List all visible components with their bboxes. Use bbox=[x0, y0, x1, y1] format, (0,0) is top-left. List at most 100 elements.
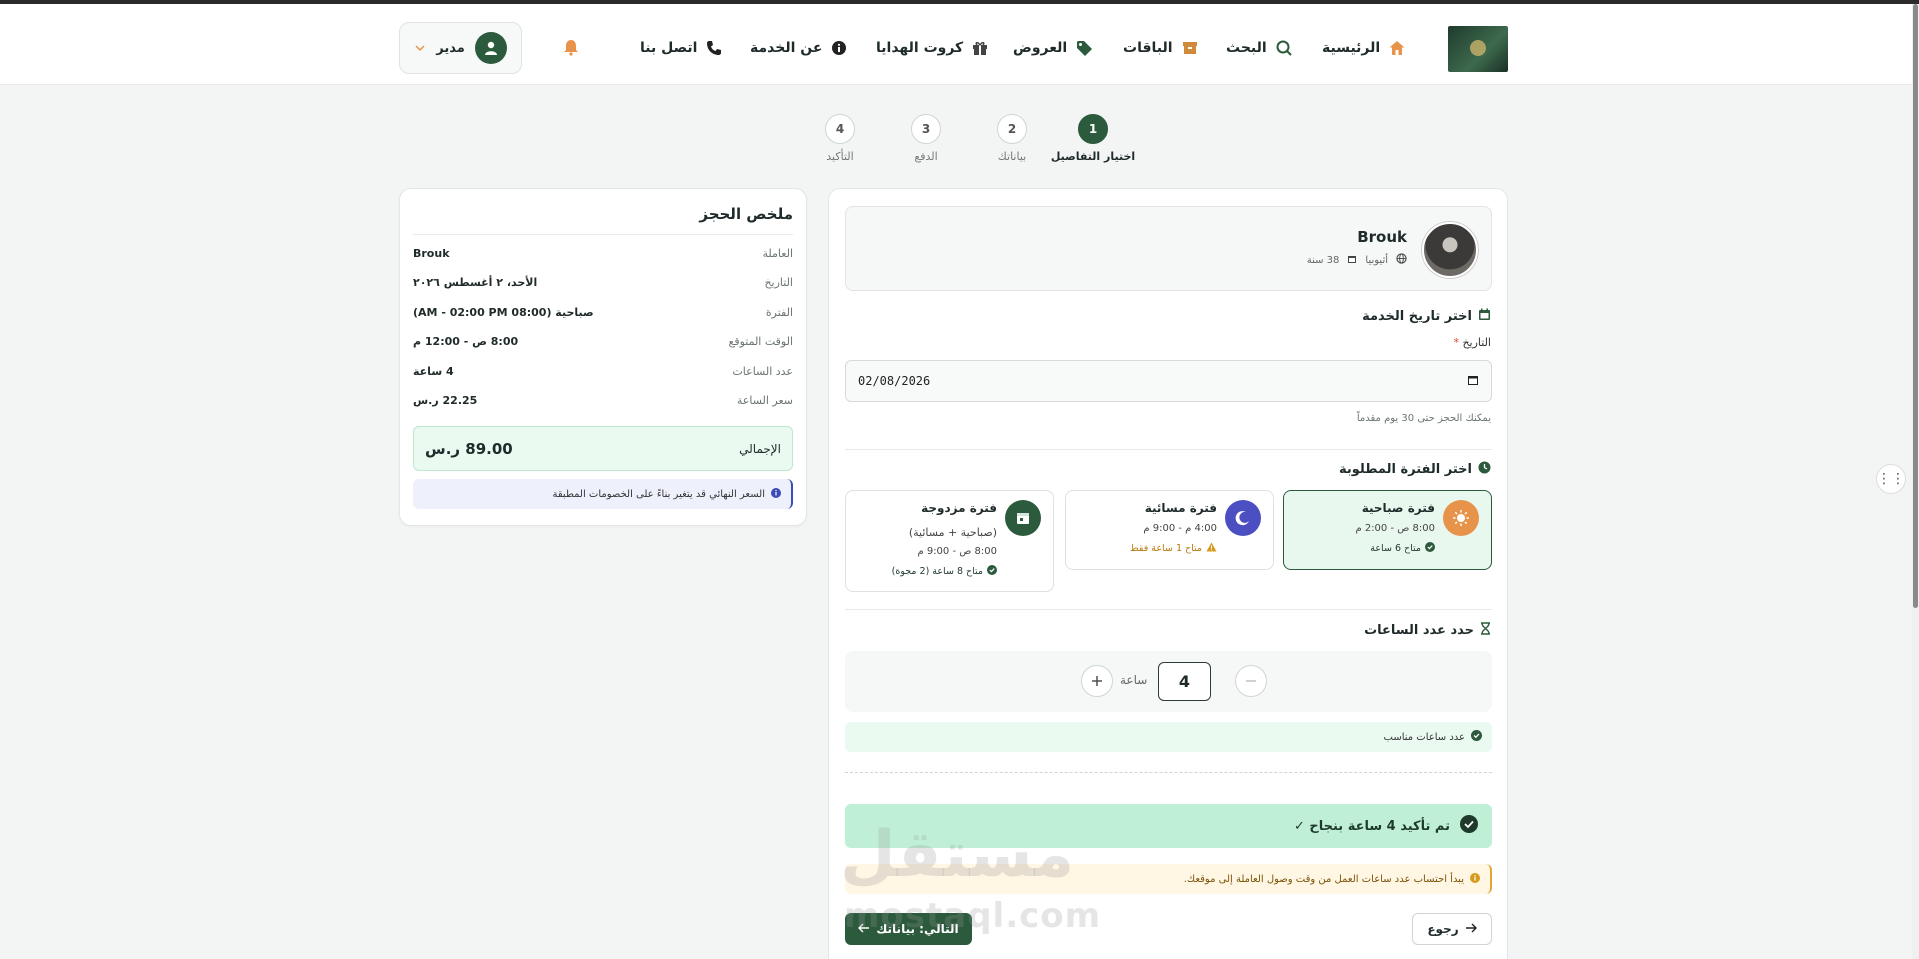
hours-section-title: حدد عدد الساعات bbox=[1364, 622, 1491, 639]
hours-unit: ساعة bbox=[1120, 673, 1148, 687]
step-payment: 3 الدفع bbox=[886, 114, 966, 163]
period-time: 8:00 ص - 9:00 م bbox=[917, 546, 997, 557]
nav-item-packages[interactable]: الباقات bbox=[1123, 36, 1199, 60]
period-subtitle: (صباحية + مسائية) bbox=[908, 526, 997, 539]
step-number: 1 bbox=[1078, 114, 1108, 144]
info-icon bbox=[830, 39, 848, 57]
check-circle-icon bbox=[987, 565, 997, 578]
increase-hours-button[interactable] bbox=[1081, 665, 1113, 697]
clock-icon bbox=[1478, 461, 1491, 478]
period-title: فترة مسائية bbox=[1144, 501, 1217, 515]
worker-name: Brouk bbox=[1357, 228, 1407, 246]
arrow-right-icon bbox=[1465, 922, 1477, 936]
summary-value: 8:00 ص - 12:00 م bbox=[413, 335, 519, 348]
worker-card: Brouk أثيوبيا 38 سنة bbox=[845, 206, 1492, 291]
summary-row-hours: 4 ساعة عدد الساعات bbox=[413, 365, 793, 383]
navbar: الرئيسية البحث الباقات العروض كروت الهدا… bbox=[0, 4, 1912, 85]
calendar-icon bbox=[1347, 254, 1357, 267]
scrollbar-thumb[interactable] bbox=[1913, 4, 1918, 608]
chevron-down-icon bbox=[414, 39, 426, 58]
period-title: فترة صباحية bbox=[1361, 501, 1435, 515]
worker-photo bbox=[1422, 222, 1478, 278]
hours-ok-message: عدد ساعات مناسب bbox=[845, 722, 1492, 752]
period-option-double[interactable]: فترة مزدوجة (صباحية + مسائية) 8:00 ص - 9… bbox=[845, 490, 1054, 592]
worker-age: 38 سنة bbox=[1306, 254, 1340, 266]
user-menu-button[interactable]: مدير bbox=[399, 22, 522, 74]
hours-input[interactable]: 4 bbox=[1158, 662, 1211, 701]
notifications-bell-icon[interactable] bbox=[562, 38, 580, 60]
summary-row-period: صباحية (08:00 AM - 02:00 PM) الفترة bbox=[413, 306, 793, 324]
divider bbox=[413, 234, 793, 235]
nav-item-offers[interactable]: العروض bbox=[1013, 36, 1093, 60]
worker-meta: أثيوبيا 38 سنة bbox=[1307, 253, 1407, 267]
step-label: الدفع bbox=[914, 150, 938, 163]
info-icon bbox=[1470, 872, 1480, 886]
date-hint: يمكنك الحجز حتى 30 يوم مقدماً bbox=[1356, 413, 1491, 424]
nav-label: الباقات bbox=[1123, 40, 1173, 56]
nav-item-about[interactable]: عن الخدمة bbox=[750, 36, 848, 60]
warning-icon bbox=[1206, 542, 1217, 555]
progress-steps: 4 التأكيد 3 الدفع 2 بياناتك 1 اختيار الت… bbox=[800, 114, 1140, 174]
summary-title: ملخص الحجز bbox=[699, 205, 793, 223]
hourglass-icon bbox=[1480, 622, 1491, 639]
info-icon bbox=[771, 487, 781, 501]
period-time: 8:00 ص - 2:00 م bbox=[1355, 523, 1435, 534]
nav-item-gift-cards[interactable]: كروت الهدايا bbox=[876, 36, 989, 60]
summary-key: التاريخ bbox=[764, 276, 793, 289]
step-your-data: 2 بياناتك bbox=[972, 114, 1052, 163]
nav-label: كروت الهدايا bbox=[876, 40, 964, 56]
summary-row-hour-price: 22.25 ر.س سعر الساعة bbox=[413, 394, 793, 412]
nav-label: الرئيسية bbox=[1322, 40, 1381, 56]
nav-label: عن الخدمة bbox=[750, 40, 823, 56]
site-logo[interactable] bbox=[1448, 26, 1508, 72]
nav-item-search[interactable]: البحث bbox=[1226, 36, 1293, 60]
back-button[interactable]: رجوع bbox=[1412, 913, 1492, 945]
booking-summary-card: ملخص الحجز Brouk العاملة الأحد، ٢ أغسطس … bbox=[399, 188, 807, 526]
summary-key: سعر الساعة bbox=[736, 394, 793, 407]
period-option-morning[interactable]: فترة صباحية 8:00 ص - 2:00 م متاح 6 ساعة bbox=[1283, 490, 1492, 570]
nav-item-contact[interactable]: اتصل بنا bbox=[640, 36, 723, 60]
period-availability: متاح 6 ساعة bbox=[1370, 542, 1435, 555]
booking-details-card: Brouk أثيوبيا 38 سنة اختر تاريخ الخدمة ا… bbox=[828, 188, 1508, 959]
period-availability: متاح 1 ساعة فقط bbox=[1130, 542, 1217, 555]
calendar-picker-icon[interactable] bbox=[1467, 374, 1479, 389]
summary-value: 4 ساعة bbox=[413, 365, 454, 378]
working-hours-note: يبدأ احتساب عدد ساعات العمل من وقت وصول … bbox=[845, 864, 1492, 894]
worker-nationality: أثيوبيا bbox=[1365, 254, 1388, 266]
hours-stepper: ساعة 4 bbox=[845, 651, 1492, 712]
summary-key: عدد الساعات bbox=[732, 365, 793, 378]
calendar-icon bbox=[1005, 500, 1041, 536]
globe-icon bbox=[1396, 253, 1407, 267]
date-input[interactable]: 02/08/2026 bbox=[845, 360, 1492, 402]
period-option-evening[interactable]: فترة مسائية 4:00 م - 9:00 م متاح 1 ساعة … bbox=[1065, 490, 1274, 570]
user-avatar-icon bbox=[474, 32, 507, 64]
total-value: 89.00 ر.س bbox=[425, 439, 513, 458]
total-label: الإجمالي bbox=[739, 441, 781, 456]
arrow-left-icon bbox=[858, 922, 870, 936]
summary-key: الفترة bbox=[765, 306, 793, 319]
period-time: 4:00 م - 9:00 م bbox=[1143, 523, 1217, 534]
next-button[interactable]: التالي: بياناتك bbox=[845, 913, 972, 945]
note-text: السعر النهائي قد يتغير بناءً على الخصوما… bbox=[552, 488, 766, 500]
home-icon bbox=[1388, 39, 1406, 57]
drag-handle-icon[interactable]: ⋮⋮ bbox=[1876, 464, 1906, 494]
moon-icon bbox=[1225, 500, 1261, 536]
period-availability: متاح 8 ساعة (2 مجوة) bbox=[892, 565, 997, 578]
gift-icon bbox=[971, 39, 989, 57]
check-circle-icon bbox=[1471, 730, 1482, 744]
summary-row-date: الأحد، ٢ أغسطس ٢٠٢٦ التاريخ bbox=[413, 276, 793, 294]
summary-key: الوقت المتوقع bbox=[728, 335, 793, 348]
box-icon bbox=[1181, 39, 1199, 57]
summary-value: الأحد، ٢ أغسطس ٢٠٢٦ bbox=[413, 276, 538, 289]
step-label: بياناتك bbox=[997, 150, 1027, 163]
search-icon bbox=[1275, 39, 1293, 57]
step-choose-details: 1 اختيار التفاصيل bbox=[1043, 114, 1143, 163]
nav-item-home[interactable]: الرئيسية bbox=[1322, 36, 1406, 60]
summary-value: 22.25 ر.س bbox=[413, 394, 478, 407]
user-role-label: مدير bbox=[436, 40, 465, 56]
nav-label: البحث bbox=[1226, 40, 1267, 56]
step-number: 4 bbox=[825, 114, 855, 144]
decrease-hours-button[interactable] bbox=[1235, 665, 1267, 697]
summary-value: صباحية (08:00 AM - 02:00 PM) bbox=[413, 306, 594, 319]
summary-total: 89.00 ر.س الإجمالي bbox=[413, 426, 793, 471]
